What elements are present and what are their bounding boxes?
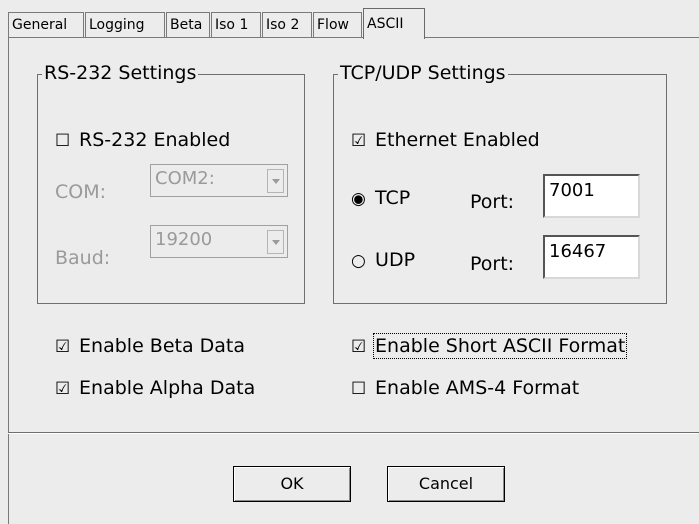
tab-general[interactable]: General <box>8 12 84 38</box>
enable-beta-data-label: Enable Beta Data <box>79 335 246 357</box>
rs232-enabled-checkbox[interactable]: ☐ RS-232 Enabled <box>55 128 230 153</box>
checkbox-checked-icon: ☑ <box>351 337 367 357</box>
tab-beta[interactable]: Beta <box>166 12 210 38</box>
radio-unselected-icon: ○ <box>351 251 366 271</box>
ok-button[interactable]: OK <box>233 466 351 502</box>
checkbox-checked-icon: ☑ <box>55 337 71 357</box>
com-value: COM2: <box>155 168 215 189</box>
enable-beta-data-checkbox[interactable]: ☑ Enable Beta Data <box>55 334 245 359</box>
separator-highlight <box>8 433 699 434</box>
checkbox-unchecked-icon: ☐ <box>351 379 367 399</box>
baud-value: 19200 <box>155 229 213 250</box>
tcp-port-input[interactable]: 7001 <box>543 174 640 218</box>
checkbox-unchecked-icon: ☐ <box>55 131 71 151</box>
tcp-label: TCP <box>375 187 411 209</box>
rs232-settings-title: RS-232 Settings <box>42 61 199 85</box>
tab-logging[interactable]: Logging <box>85 12 165 38</box>
chevron-down-icon[interactable] <box>267 169 284 193</box>
tab-iso-1[interactable]: Iso 1 <box>211 12 261 38</box>
udp-port-label: Port: <box>470 253 515 275</box>
tab-panel-border <box>8 37 699 38</box>
enable-alpha-data-checkbox[interactable]: ☑ Enable Alpha Data <box>55 376 255 401</box>
baud-select[interactable]: 19200 <box>150 225 288 258</box>
enable-ams4-checkbox[interactable]: ☐ Enable AMS-4 Format <box>351 376 579 401</box>
tab-ascii[interactable]: ASCII <box>363 8 425 39</box>
udp-label: UDP <box>375 249 416 271</box>
tab-iso-2[interactable]: Iso 2 <box>262 12 312 38</box>
ethernet-enabled-checkbox[interactable]: ☑ Ethernet Enabled <box>351 128 540 153</box>
chevron-down-icon[interactable] <box>267 230 284 254</box>
ethernet-enabled-label: Ethernet Enabled <box>375 129 540 151</box>
com-select[interactable]: COM2: <box>150 164 288 197</box>
enable-short-ascii-checkbox[interactable]: ☑ Enable Short ASCII Format <box>351 333 628 359</box>
enable-alpha-data-label: Enable Alpha Data <box>79 377 256 399</box>
com-label: COM: <box>55 181 107 203</box>
cancel-button[interactable]: Cancel <box>387 466 505 502</box>
udp-port-input[interactable]: 16467 <box>543 235 640 279</box>
rs232-enabled-label: RS-232 Enabled <box>79 129 231 151</box>
checkbox-checked-icon: ☑ <box>351 131 367 151</box>
tab-panel-left-border <box>8 37 9 524</box>
udp-radio[interactable]: ○ UDP <box>351 248 415 273</box>
tcp-port-label: Port: <box>470 191 515 213</box>
baud-label: Baud: <box>55 247 111 269</box>
tcp-radio[interactable]: ◉ TCP <box>351 186 410 211</box>
tcp-udp-settings-title: TCP/UDP Settings <box>338 61 508 85</box>
tab-flow[interactable]: Flow <box>313 12 362 38</box>
checkbox-checked-icon: ☑ <box>55 379 71 399</box>
enable-ams4-label: Enable AMS-4 Format <box>375 377 580 399</box>
enable-short-ascii-label: Enable Short ASCII Format <box>373 333 628 359</box>
radio-selected-icon: ◉ <box>351 189 366 209</box>
